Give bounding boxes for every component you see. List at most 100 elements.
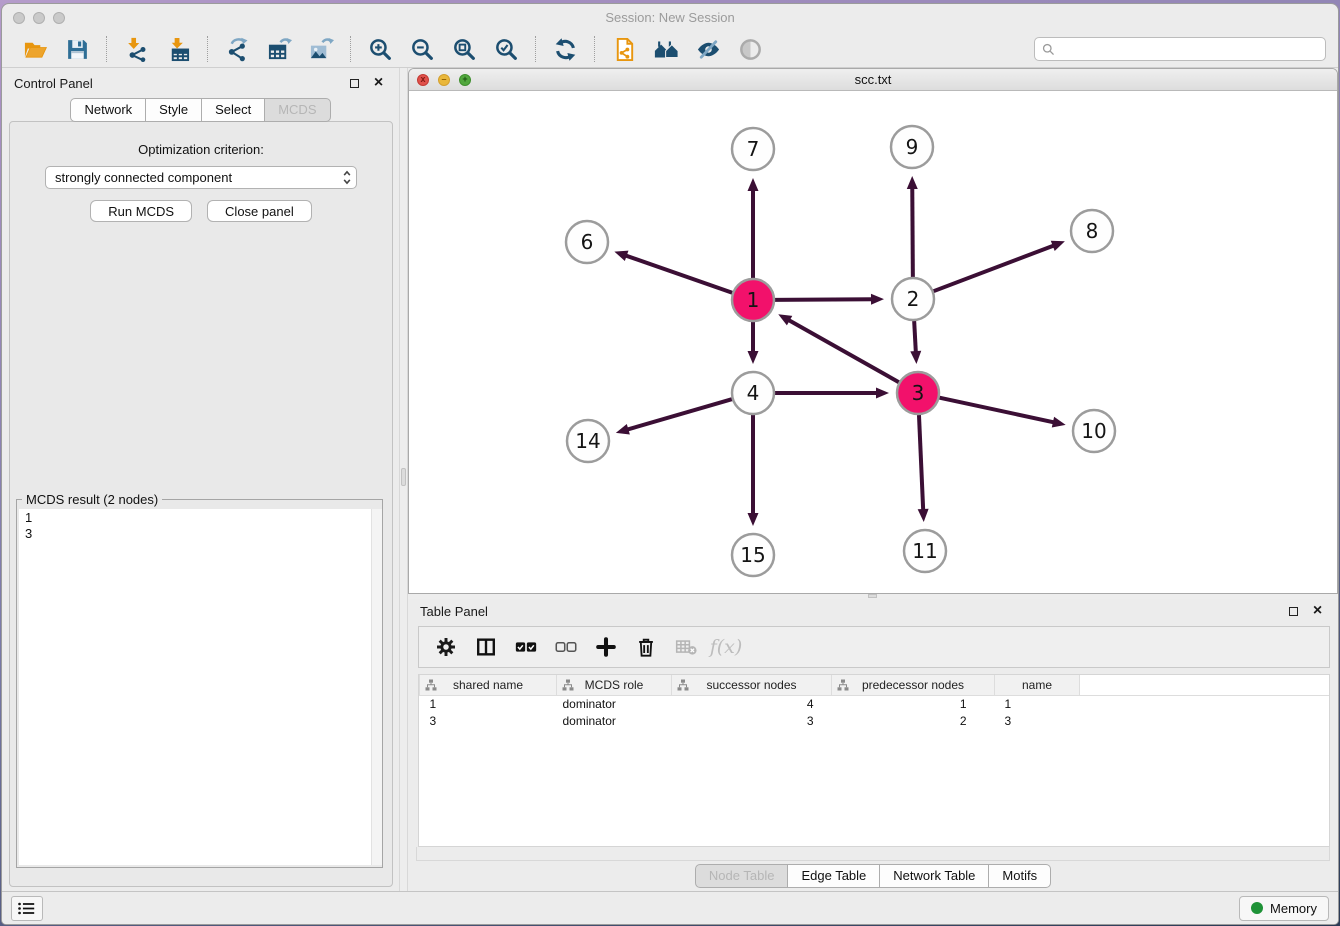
graph-edge-1-6[interactable] (625, 255, 732, 293)
graph-node-10[interactable]: 10 (1073, 410, 1115, 452)
close-window-button[interactable] (13, 12, 25, 24)
graph-node-11[interactable]: 11 (904, 530, 946, 572)
network-minimize-button[interactable]: – (438, 74, 450, 86)
home-view-icon (654, 37, 679, 62)
hide-panels-button[interactable] (693, 35, 723, 63)
network-maximize-button[interactable]: + (459, 74, 471, 86)
column-header-shared-name[interactable]: shared name (420, 675, 557, 695)
table-cell[interactable]: 1 (995, 695, 1080, 712)
graph-edge-2-3[interactable] (914, 321, 916, 353)
tab-node-table[interactable]: Node Table (695, 864, 789, 888)
open-session-button[interactable] (20, 35, 50, 63)
table-hscrollbar[interactable] (416, 847, 1330, 861)
clone-network-button[interactable] (609, 35, 639, 63)
column-header-successor-nodes[interactable]: successor nodes (672, 675, 832, 695)
table-panel-close-button[interactable]: × (1309, 603, 1326, 619)
zoom-out-button[interactable] (407, 35, 437, 63)
column-header-name[interactable]: name (995, 675, 1080, 695)
control-panel-float-button[interactable] (346, 75, 363, 91)
vertical-splitter[interactable] (399, 68, 408, 891)
import-table-button[interactable] (163, 35, 193, 63)
refresh-layout-button[interactable] (550, 35, 580, 63)
tab-motifs[interactable]: Motifs (989, 864, 1051, 888)
zoom-fit-button[interactable] (449, 35, 479, 63)
graph-edge-3-1[interactable] (788, 320, 899, 383)
splitter-grip[interactable] (401, 468, 406, 486)
table-cell[interactable]: 3 (995, 712, 1080, 729)
maximize-window-button[interactable] (53, 12, 65, 24)
tab-mcds[interactable]: MCDS (265, 98, 330, 122)
graph-edge-3-10[interactable] (940, 398, 1055, 423)
graph-edge-4-14[interactable] (626, 399, 731, 430)
mcds-result-text[interactable]: 1 3 (19, 509, 380, 865)
graph-node-4[interactable]: 4 (732, 372, 774, 414)
table-row[interactable]: 3dominator323 (420, 712, 1330, 729)
deselect-all-rows-button[interactable] (554, 635, 578, 659)
mcds-result-scrollbar[interactable] (371, 509, 382, 865)
table-cell[interactable]: 3 (672, 712, 832, 729)
graph-edge-3-11[interactable] (919, 415, 923, 511)
window-title: Session: New Session (2, 10, 1338, 25)
graph-node-8[interactable]: 8 (1071, 210, 1113, 252)
table-row[interactable]: 1dominator411 (420, 695, 1330, 712)
zoom-selected-button[interactable] (491, 35, 521, 63)
zoom-in-button[interactable] (365, 35, 395, 63)
tab-style[interactable]: Style (146, 98, 202, 122)
dropdown-stepper-icon (342, 169, 352, 186)
save-session-button[interactable] (62, 35, 92, 63)
graph-node-3[interactable]: 3 (897, 372, 939, 414)
table-cell[interactable]: 4 (672, 695, 832, 712)
table-cell[interactable]: dominator (557, 712, 672, 729)
table-settings-button[interactable] (434, 635, 458, 659)
table-cell[interactable]: 2 (832, 712, 995, 729)
close-panel-button[interactable]: Close panel (207, 200, 312, 222)
table-cell[interactable]: 1 (420, 695, 557, 712)
column-header-mcds-role[interactable]: MCDS role (557, 675, 672, 695)
export-image-icon (309, 37, 334, 62)
column-header-predecessor-nodes[interactable]: predecessor nodes (832, 675, 995, 695)
tab-network[interactable]: Network (70, 98, 146, 122)
criterion-select[interactable]: strongly connected component (45, 166, 357, 189)
table-cell[interactable]: dominator (557, 695, 672, 712)
home-view-button[interactable] (651, 35, 681, 63)
clone-network-icon (612, 37, 637, 62)
graph-node-1[interactable]: 1 (732, 279, 774, 321)
control-panel-close-button[interactable]: × (370, 75, 387, 91)
graph-node-6[interactable]: 6 (566, 221, 608, 263)
export-table-button[interactable] (264, 35, 294, 63)
control-panel-title: Control Panel (14, 76, 93, 91)
tab-edge-table[interactable]: Edge Table (788, 864, 880, 888)
horizontal-splitter[interactable] (408, 594, 1338, 599)
splitter-grip[interactable] (868, 594, 877, 598)
network-close-button[interactable]: x (417, 74, 429, 86)
graph-edge-2-9[interactable] (912, 187, 913, 277)
delete-column-button[interactable] (634, 635, 658, 659)
run-mcds-button[interactable]: Run MCDS (90, 200, 192, 222)
graph-node-15[interactable]: 15 (732, 534, 774, 576)
import-network-button[interactable] (121, 35, 151, 63)
table-cell[interactable]: 3 (420, 712, 557, 729)
table-panel-header: Table Panel × (408, 599, 1338, 623)
memory-button[interactable]: Memory (1239, 896, 1329, 921)
select-all-rows-button[interactable] (514, 635, 538, 659)
tab-select[interactable]: Select (202, 98, 265, 122)
network-canvas[interactable]: 7 9 6 8 1 2 4 3 14 10 15 11 (409, 91, 1337, 593)
search-box[interactable] (1034, 37, 1326, 61)
graph-node-14[interactable]: 14 (567, 420, 609, 462)
graph-edge-2-8[interactable] (934, 245, 1055, 291)
export-network-button[interactable] (222, 35, 252, 63)
export-image-button[interactable] (306, 35, 336, 63)
task-history-button[interactable] (11, 896, 43, 921)
table-cell[interactable]: 1 (832, 695, 995, 712)
graph-node-7[interactable]: 7 (732, 128, 774, 170)
search-input[interactable] (1060, 41, 1318, 57)
tab-network-table[interactable]: Network Table (880, 864, 989, 888)
graph-node-9[interactable]: 9 (891, 126, 933, 168)
toggle-panes-button[interactable] (474, 635, 498, 659)
table-panel-float-button[interactable] (1285, 603, 1302, 619)
graph-edge-1-2[interactable] (775, 299, 873, 300)
minimize-window-button[interactable] (33, 12, 45, 24)
add-column-button[interactable] (594, 635, 618, 659)
memory-status-icon (1251, 902, 1263, 914)
graph-node-2[interactable]: 2 (892, 278, 934, 320)
